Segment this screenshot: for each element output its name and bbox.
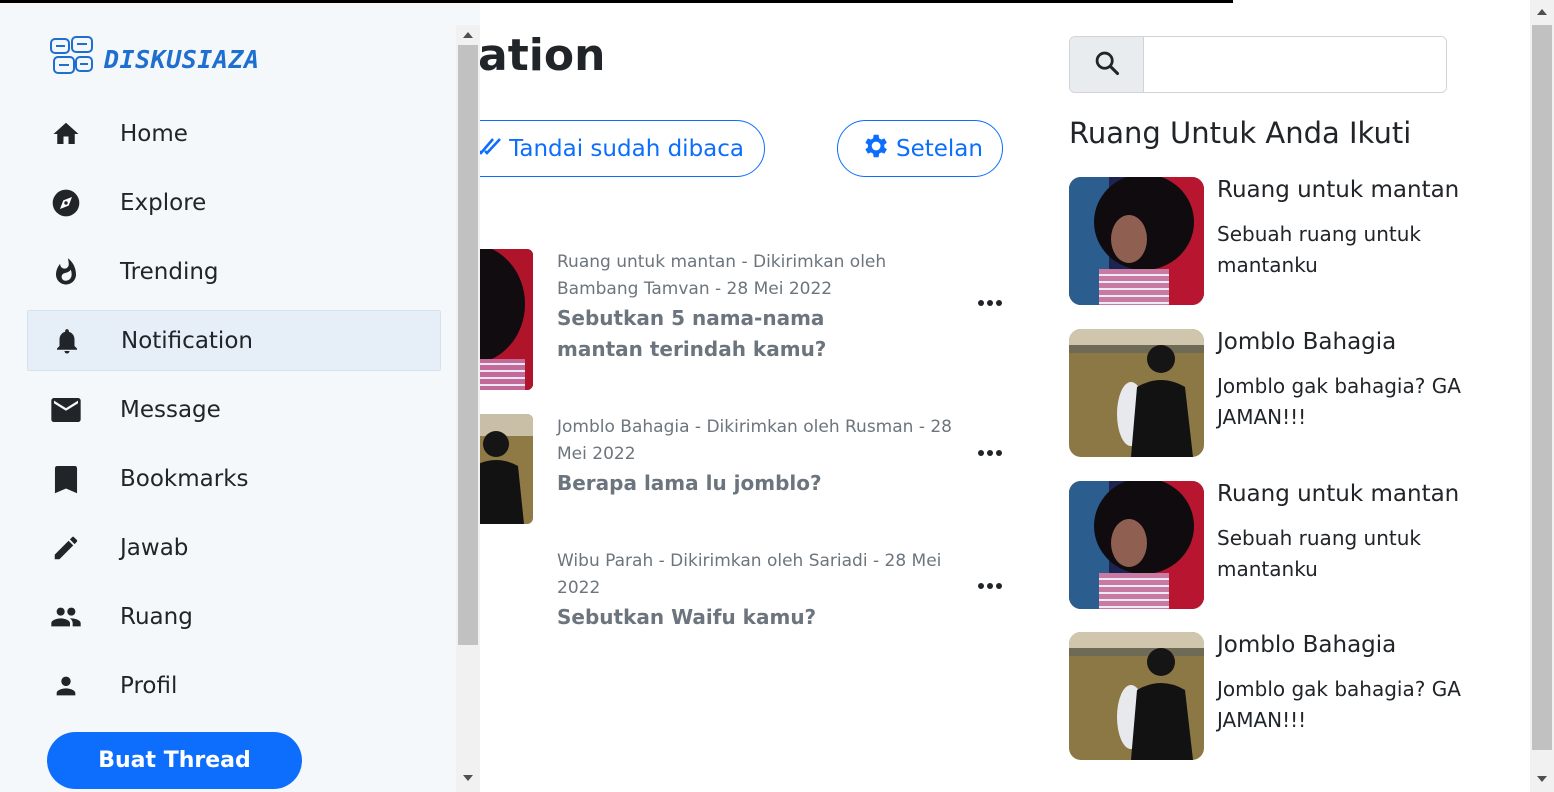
search-bar <box>1069 36 1447 93</box>
sidebar-item-label: Jawab <box>120 534 189 561</box>
sidebar-item-label: Profil <box>120 672 178 699</box>
sidebar-item-label: Explore <box>120 189 207 216</box>
room-name[interactable]: Ruang untuk mantan <box>1217 481 1459 507</box>
gear-icon <box>860 131 890 167</box>
notification-item[interactable]: Jomblo Bahagia - Dikirimkan oleh Rusman … <box>400 414 1020 524</box>
people-icon <box>50 601 82 633</box>
room-description: Jomblo gak bahagia? GA JAMAN!!! <box>1217 677 1461 732</box>
sidebar-item-home[interactable]: Home <box>27 103 441 164</box>
scrollbar-thumb[interactable] <box>458 45 478 645</box>
page-scrollbar[interactable] <box>1530 0 1554 792</box>
room-card[interactable]: Jomblo Bahagia Jomblo gak bahagia? GA JA… <box>1069 632 1489 760</box>
notification-item[interactable]: Wibu Parah - Dikirimkan oleh Sariadi - 2… <box>400 548 1020 638</box>
top-border <box>0 0 1233 3</box>
flame-icon <box>50 256 82 288</box>
chat-bubbles-icon <box>48 33 96 85</box>
sidebar-item-notification[interactable]: Notification <box>27 310 441 371</box>
scroll-down-icon[interactable] <box>463 775 473 781</box>
sidebar-item-ruang[interactable]: Ruang <box>27 586 441 647</box>
compass-icon <box>50 187 82 219</box>
search-button[interactable] <box>1070 37 1144 92</box>
sidebar-item-trending[interactable]: Trending <box>27 241 441 302</box>
sidebar-item-label: Trending <box>120 258 219 285</box>
create-thread-button[interactable]: Buat Thread <box>47 732 302 789</box>
notification-title[interactable]: Sebutkan Waifu kamu? <box>557 602 917 633</box>
settings-label: Setelan <box>896 135 983 162</box>
room-thumbnail <box>1069 177 1204 305</box>
sidebar: DISKUSIAZA Home Explore Trending Notific <box>0 0 480 792</box>
sidebar-item-label: Bookmarks <box>120 465 249 492</box>
notification-title[interactable]: Berapa lama lu jomblo? <box>557 468 917 499</box>
notification-meta: Wibu Parah - Dikirimkan oleh Sariadi - 2… <box>557 551 942 598</box>
more-options-icon[interactable] <box>978 448 1008 458</box>
brand-name: DISKUSIAZA <box>104 44 260 74</box>
sidebar-item-label: Message <box>120 396 221 423</box>
search-icon <box>1093 49 1121 81</box>
mail-icon <box>50 394 82 426</box>
home-icon <box>50 118 82 150</box>
sidebar-item-label: Notification <box>121 327 253 354</box>
room-name[interactable]: Jomblo Bahagia <box>1217 632 1396 658</box>
person-icon <box>50 670 82 702</box>
sidebar-scrollbar[interactable] <box>456 25 480 792</box>
room-card[interactable]: Ruang untuk mantan Sebuah ruang untuk ma… <box>1069 481 1489 609</box>
room-description: Sebuah ruang untuk mantanku <box>1217 526 1421 581</box>
bookmark-icon <box>50 463 82 495</box>
room-thumbnail <box>1069 632 1204 760</box>
room-thumbnail <box>1069 329 1204 457</box>
sidebar-item-profil[interactable]: Profil <box>27 655 441 716</box>
scroll-down-icon[interactable] <box>1537 776 1547 782</box>
sidebar-item-message[interactable]: Message <box>27 379 441 440</box>
sidebar-item-explore[interactable]: Explore <box>27 172 441 233</box>
more-options-icon[interactable] <box>978 581 1008 591</box>
scrollbar-thumb[interactable] <box>1532 25 1552 750</box>
room-card[interactable]: Jomblo Bahagia Jomblo gak bahagia? GA JA… <box>1069 329 1489 457</box>
bell-icon <box>51 325 83 357</box>
notification-meta: Jomblo Bahagia - Dikirimkan oleh Rusman … <box>557 417 953 464</box>
mark-all-read-label: Tandai sudah dibaca <box>509 135 744 162</box>
logo[interactable]: DISKUSIAZA <box>48 33 260 85</box>
room-description: Sebuah ruang untuk mantanku <box>1217 222 1421 277</box>
rooms-heading: Ruang Untuk Anda Ikuti <box>1069 116 1412 150</box>
notification-title[interactable]: Sebutkan 5 nama-nama mantan terindah kam… <box>557 303 917 365</box>
notification-meta: Ruang untuk mantan - Dikirimkan oleh Bam… <box>557 252 887 299</box>
pencil-icon <box>50 532 82 564</box>
room-description: Jomblo gak bahagia? GA JAMAN!!! <box>1217 374 1461 429</box>
room-card[interactable]: Ruang untuk mantan Sebuah ruang untuk ma… <box>1069 177 1489 305</box>
sidebar-item-label: Ruang <box>120 603 193 630</box>
search-input[interactable] <box>1144 37 1446 92</box>
sidebar-item-label: Home <box>120 120 188 147</box>
more-options-icon[interactable] <box>978 298 1008 308</box>
scroll-up-icon[interactable] <box>463 32 473 38</box>
settings-button[interactable]: Setelan <box>837 120 1003 177</box>
room-name[interactable]: Ruang untuk mantan <box>1217 177 1459 203</box>
room-name[interactable]: Jomblo Bahagia <box>1217 329 1396 355</box>
notification-item[interactable]: Ruang untuk mantan - Dikirimkan oleh Bam… <box>400 249 1020 390</box>
scroll-up-icon[interactable] <box>1537 9 1547 15</box>
sidebar-item-jawab[interactable]: Jawab <box>27 517 441 578</box>
sidebar-item-bookmarks[interactable]: Bookmarks <box>27 448 441 509</box>
room-thumbnail <box>1069 481 1204 609</box>
